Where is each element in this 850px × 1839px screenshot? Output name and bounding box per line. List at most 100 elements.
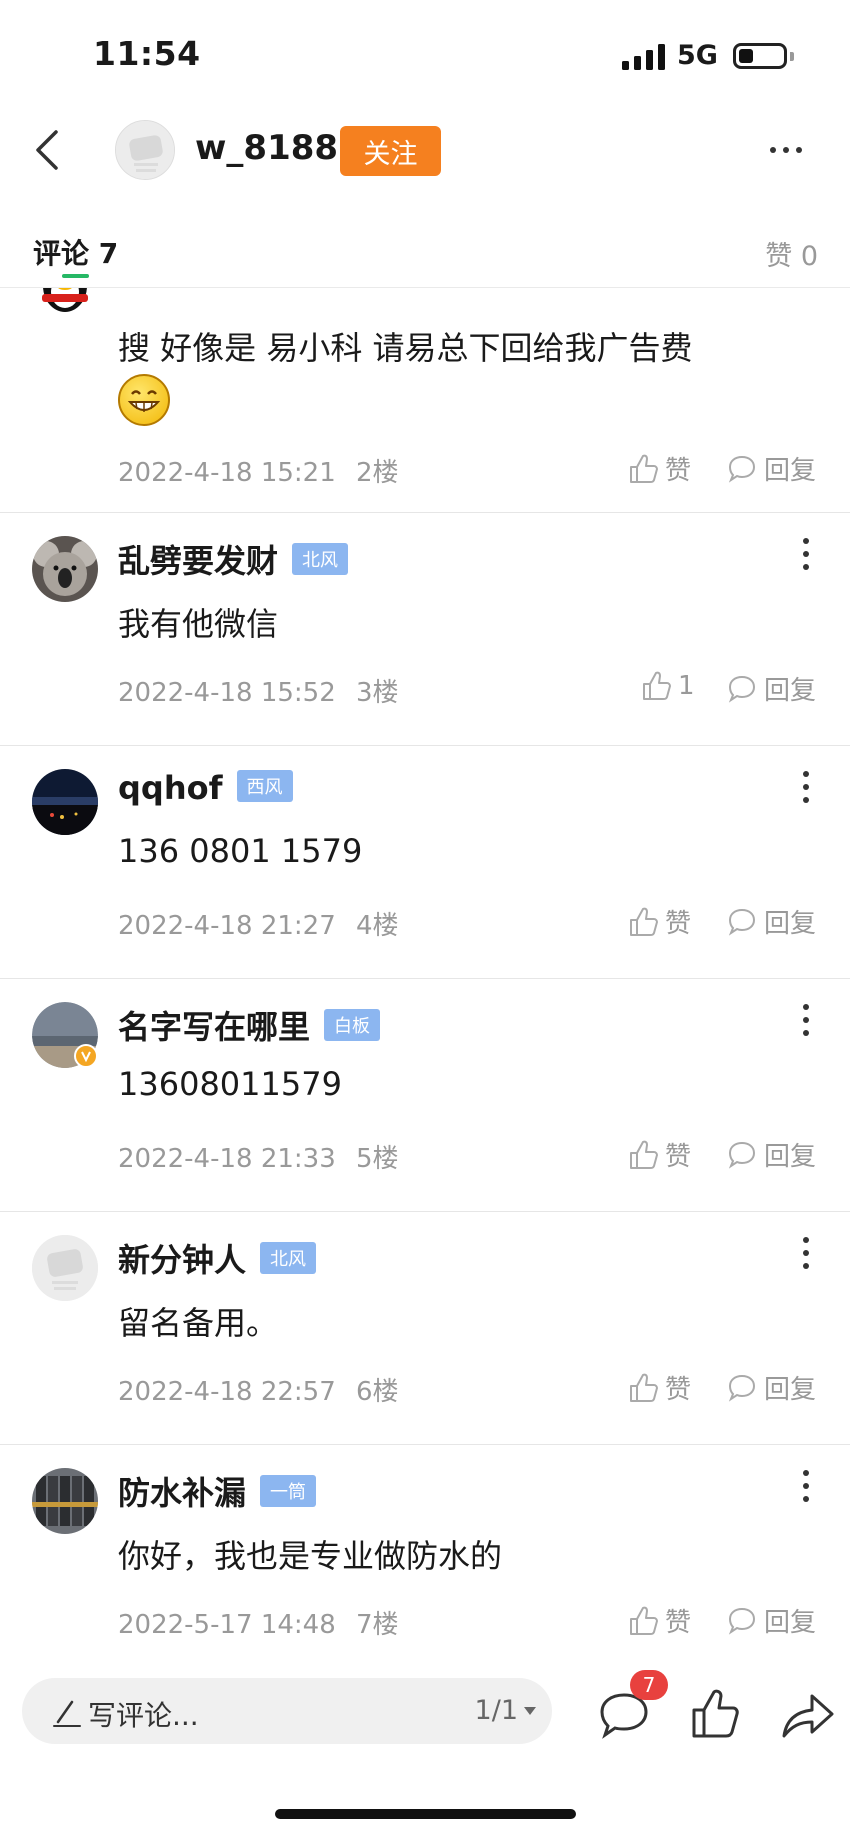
like-icon [643,671,671,700]
like-button[interactable]: 赞 [627,450,691,487]
signal-icon [622,44,665,70]
battery-icon [733,43,787,69]
reply-button[interactable]: 回复 [726,1602,816,1639]
tab-likes-label: 赞 [765,241,793,272]
comment-menu-button[interactable] [802,1004,810,1036]
tab-comments-label: 评论 [33,237,90,270]
comment-date: 2022-4-18 21:27 [118,911,336,941]
koala-avatar-icon [32,536,98,602]
reply-icon [728,908,755,936]
comment-author[interactable]: 名字写在哪里 白板 [118,1002,381,1048]
reply-label: 回复 [763,1375,816,1405]
like-label: 赞 [665,1375,692,1405]
write-comment-input[interactable]: 写评论... 1/1 [22,1678,552,1744]
comment-menu-button[interactable] [802,771,810,803]
reply-button[interactable]: 回复 [726,903,816,940]
default-avatar-icon [116,121,174,179]
like-icon [630,1140,658,1169]
comment-meta: 2022-4-18 22:57 6楼 [118,1371,399,1408]
avatar[interactable] [32,769,98,835]
comment-author[interactable]: qqhof 西风 [118,769,293,807]
comment-date: 2022-4-18 15:21 [118,458,336,488]
like-button[interactable]: 赞 [627,1602,691,1639]
status-bar: 11:54 5G [0,0,850,100]
product-rolls-avatar-icon [32,1468,98,1534]
reply-label: 回复 [763,456,816,486]
reply-button[interactable]: 回复 [726,450,816,487]
like-button[interactable]: 赞 [627,903,691,940]
comment-author[interactable]: 防水补漏 一筒 [118,1468,317,1514]
rank-badge: 西风 [236,770,293,802]
tab-likes[interactable]: 赞 0 [765,234,818,273]
tab-comments[interactable]: 评论 7 [33,232,118,272]
like-button[interactable]: 赞 [627,1369,691,1406]
reply-icon [728,675,755,703]
share-icon[interactable] [780,1688,836,1744]
like-icon [630,907,658,936]
write-comment-placeholder: 写评论... [88,1699,199,1732]
comment-item: 新分钟人 北风 留名备用。 2022-4-18 22:57 6楼 赞 回复 [0,1213,850,1445]
like-button[interactable]: 赞 [627,1136,691,1173]
avatar[interactable] [32,288,98,316]
comment-text: 13608011579 [118,1065,342,1103]
avatar[interactable] [32,1468,98,1534]
avatar[interactable] [32,1235,98,1301]
author-name: 防水补漏 [118,1474,247,1512]
battery-tip [790,52,794,61]
like-label: 赞 [665,456,692,486]
author-name: 乱劈要发财 [118,542,279,580]
comment-menu-button[interactable] [802,1237,810,1269]
comment-floor: 4楼 [356,911,399,941]
page-selector[interactable]: 1/1 [475,1695,536,1726]
comment-menu-button[interactable] [802,1470,810,1502]
author-name[interactable]: w_8188 [195,128,338,168]
like-button[interactable]: 1 [640,670,695,702]
comment-item: qqhof 西风 136 0801 1579 2022-4-18 21:27 4楼… [0,747,850,979]
comment-floor: 7楼 [356,1610,399,1640]
reply-label: 回复 [763,1608,816,1638]
avatar[interactable] [32,1002,98,1068]
author-avatar[interactable] [115,120,175,180]
reply-icon [728,455,755,483]
pen-icon [53,1700,81,1727]
comment-item: 名字写在哪里 白板 13608011579 2022-4-18 21:33 5楼 … [0,980,850,1212]
page-indicator-label: 1/1 [474,1695,518,1726]
like-label: 赞 [665,909,692,939]
like-icon [630,454,658,483]
reply-icon [728,1607,755,1635]
avatar[interactable] [32,536,98,602]
home-indicator[interactable] [275,1809,576,1819]
reply-icon [728,1374,755,1402]
comment-list[interactable]: 搜 好像是 易小科 请易总下回给我广告费 2022-4-18 15:21 2楼 … [0,288,850,1660]
rank-badge: 白板 [324,1009,381,1041]
comment-text: 我有他微信 [118,605,279,643]
reply-button[interactable]: 回复 [726,1369,816,1406]
grin-emoji-icon [118,374,170,426]
comment-floor: 3楼 [356,678,399,708]
reply-button[interactable]: 回复 [726,670,816,707]
comment-floor: 6楼 [356,1377,399,1407]
comment-date: 2022-4-18 15:52 [118,678,336,708]
comment-date: 2022-4-18 22:57 [118,1377,336,1407]
thumbs-up-icon[interactable] [688,1686,744,1742]
comment-author[interactable]: 新分钟人 北风 [118,1235,317,1281]
author-name: 新分钟人 [118,1241,247,1279]
comment-menu-button[interactable] [802,538,810,570]
follow-button[interactable]: 关注 [340,126,441,176]
comment-meta: 2022-4-18 21:27 4楼 [118,905,399,942]
like-label: 赞 [665,1142,692,1172]
comment-author[interactable]: 乱劈要发财 北风 [118,536,349,582]
back-icon [36,130,58,170]
comment-count-badge: 7 [630,1670,668,1700]
tab-likes-count: 0 [800,241,818,272]
back-button[interactable] [18,122,74,178]
author-name: 名字写在哪里 [118,1008,311,1046]
rank-badge: 一筒 [260,1475,317,1507]
reply-button[interactable]: 回复 [726,1136,816,1173]
comment-text: 留名备用。 [118,1304,279,1342]
like-icon [630,1373,658,1402]
author-name: qqhof [118,769,223,807]
more-options-button[interactable] [758,130,814,170]
comment-date: 2022-5-17 14:48 [118,1610,336,1640]
comment-meta: 2022-4-18 21:33 5楼 [118,1138,399,1175]
